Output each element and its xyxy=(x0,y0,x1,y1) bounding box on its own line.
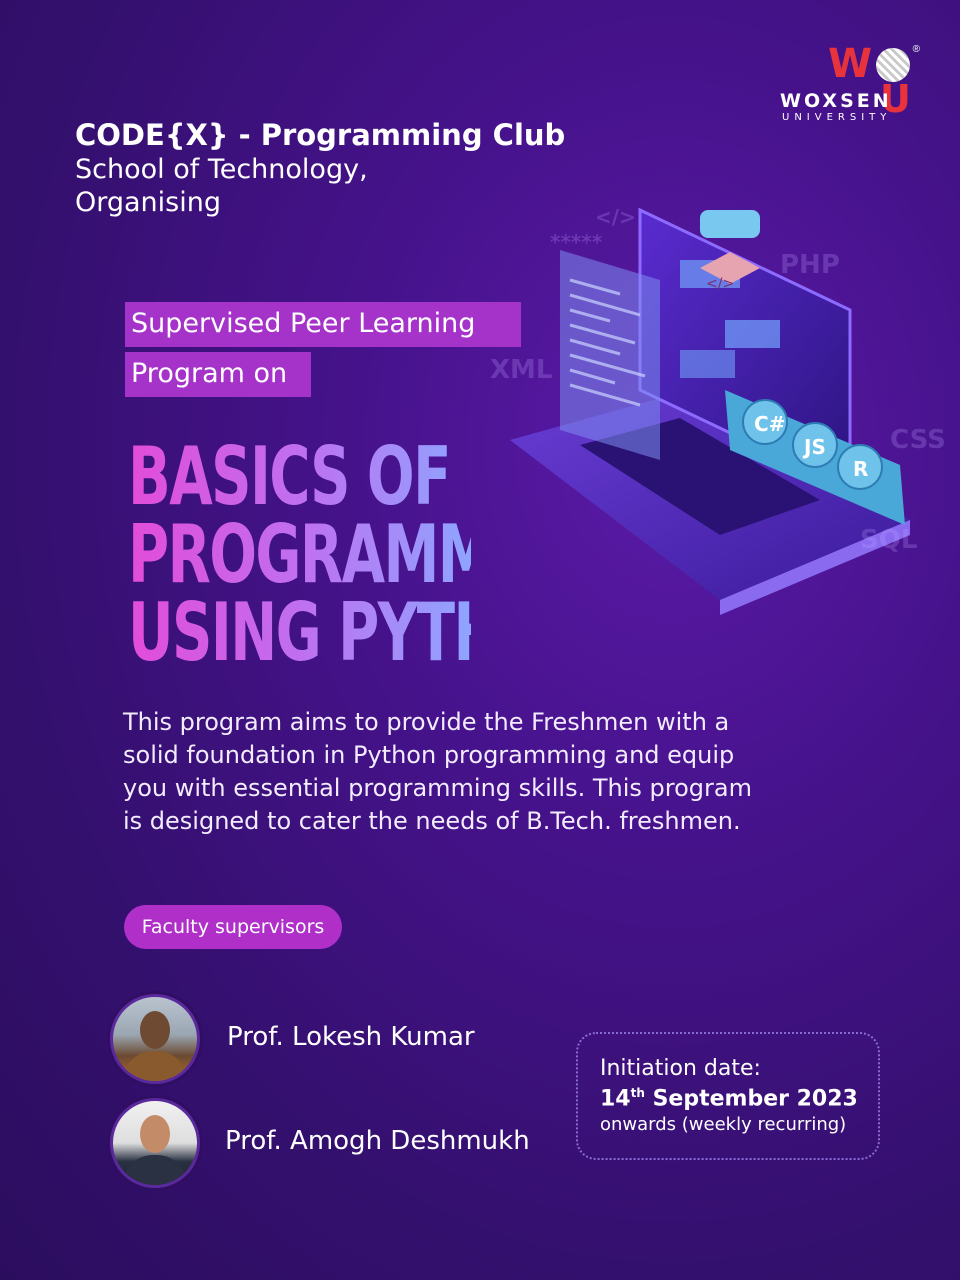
laptop-illustration: C# JS R </> PHP XML CSS SQL </> ***** xyxy=(470,190,950,630)
registered-mark: ® xyxy=(912,44,920,55)
watermark-php: PHP xyxy=(780,250,840,280)
tag-js: JS xyxy=(802,435,826,459)
title-line1: BASICS OF xyxy=(128,437,471,517)
laptop-icon: C# JS R </> xyxy=(510,207,910,615)
watermark-xml: XML xyxy=(490,355,553,385)
title-line3: USING PYTHON xyxy=(128,586,592,679)
tag-r: R xyxy=(853,457,868,481)
initiation-date: 14th September 2023 xyxy=(600,1086,858,1112)
avatar-lokesh-kumar xyxy=(110,994,200,1084)
watermark-sql: SQL xyxy=(860,525,918,555)
title-line2: PROGRAMMING xyxy=(128,508,603,601)
program-label-line1: Supervised Peer Learning xyxy=(125,302,521,347)
professor-name: Prof. Lokesh Kumar xyxy=(227,1022,475,1052)
tag-csharp: C# xyxy=(754,412,785,436)
woxsen-logo: W ® U WOXSEN UNIVERSITY xyxy=(780,44,920,128)
organising-text: Organising xyxy=(75,187,221,218)
watermark-stars: ***** xyxy=(550,230,603,254)
logo-brand: WOXSEN xyxy=(780,90,892,112)
initiation-note: onwards (weekly recurring) xyxy=(600,1114,847,1135)
program-label-line2: Program on xyxy=(125,352,311,397)
school-name: School of Technology, xyxy=(75,154,368,185)
program-description: This program aims to provide the Freshme… xyxy=(123,708,752,835)
avatar-amogh-deshmukh xyxy=(110,1098,200,1188)
event-poster: W ® U WOXSEN UNIVERSITY CODE{X} - Progra… xyxy=(0,0,960,1280)
watermark-css: CSS xyxy=(890,425,946,455)
logo-sub: UNIVERSITY xyxy=(782,112,892,123)
faculty-supervisors-label: Faculty supervisors xyxy=(124,905,342,949)
watermark-tag: </> xyxy=(595,205,636,229)
initiation-date-box: Initiation date: 14th September 2023 onw… xyxy=(576,1032,880,1160)
professor-name: Prof. Amogh Deshmukh xyxy=(225,1126,530,1156)
chip-icon: </> xyxy=(706,276,734,292)
initiation-label: Initiation date: xyxy=(600,1056,761,1081)
logo-w: W xyxy=(828,41,873,87)
club-name: CODE{X} - Programming Club xyxy=(75,118,566,152)
